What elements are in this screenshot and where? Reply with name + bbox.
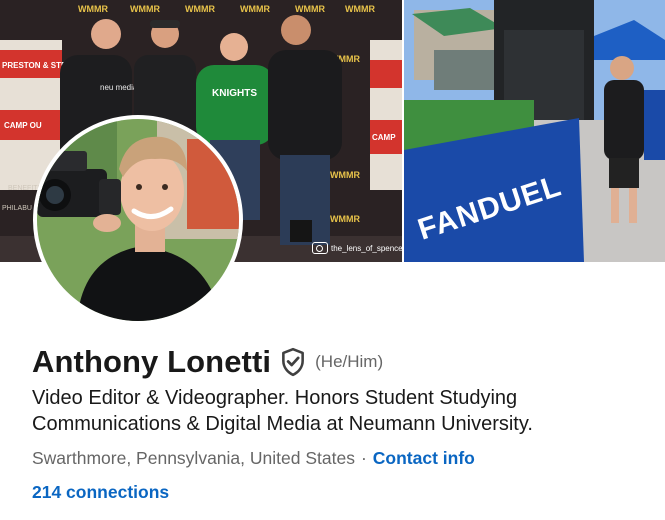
svg-text:PHILABU: PHILABU: [2, 205, 32, 212]
backdrop-logo: WMMR: [130, 4, 160, 14]
backdrop-logo: WMMR: [295, 4, 325, 14]
svg-text:CAMP OU: CAMP OU: [4, 121, 42, 130]
profile-headline: Video Editor & Videographer. Honors Stud…: [32, 387, 533, 435]
backdrop-logo: WMMR: [330, 214, 360, 224]
shield-check-icon[interactable]: [280, 347, 306, 377]
banner-photo-event: FANDUEL: [404, 0, 665, 262]
backdrop-logo: WMMR: [240, 4, 270, 14]
hoodie-logo: neu media: [100, 83, 138, 92]
profile-location-row: Swarthmore, Pennsylvania, United States …: [32, 448, 475, 469]
contact-info-link[interactable]: Contact info: [373, 448, 475, 469]
backdrop-logo: WMMR: [345, 4, 375, 14]
shirt-text: KNIGHTS: [212, 88, 257, 99]
camera-icon: [312, 242, 328, 254]
svg-text:CAMP: CAMP: [372, 133, 396, 142]
connections-link[interactable]: 214 connections: [32, 482, 169, 503]
separator-dot: ·: [360, 448, 367, 468]
backdrop-logo: WMMR: [78, 4, 108, 14]
profile-location: Swarthmore, Pennsylvania, United States: [32, 448, 355, 468]
profile-pronouns: (He/Him): [315, 352, 384, 371]
backdrop-logo: WMMR: [330, 170, 360, 180]
avatar-photo: [37, 119, 239, 321]
watermark-text: the_lens_of_spence: [331, 243, 403, 253]
profile-name: Anthony Lonetti: [32, 344, 272, 379]
backdrop-logo: WMMR: [185, 4, 215, 14]
profile-name-row: Anthony Lonetti (He/Him): [32, 344, 383, 380]
profile-avatar[interactable]: [33, 115, 243, 325]
photo-watermark: the_lens_of_spence: [312, 242, 403, 254]
